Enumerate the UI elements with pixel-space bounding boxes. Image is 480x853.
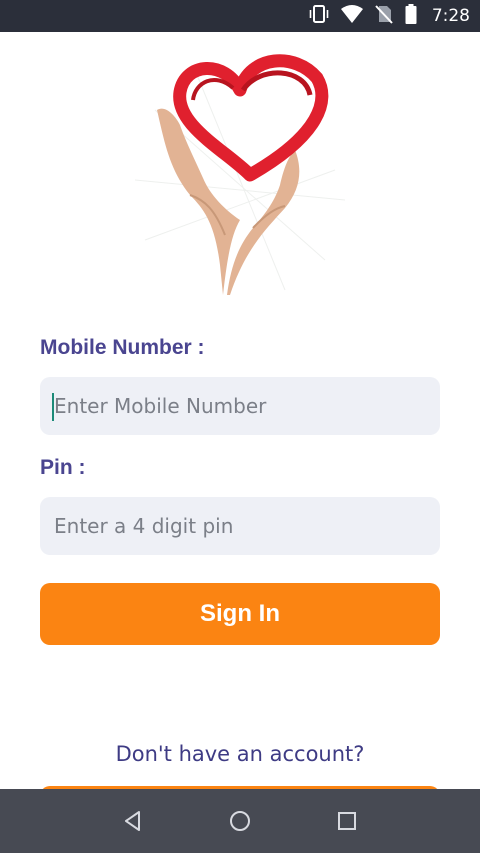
navigation-bar xyxy=(0,789,480,853)
pin-field[interactable] xyxy=(40,497,440,555)
home-icon[interactable] xyxy=(220,801,260,841)
recents-icon[interactable] xyxy=(327,801,367,841)
sign-in-button[interactable]: Sign In xyxy=(40,583,440,645)
pin-input[interactable] xyxy=(54,497,440,555)
mobile-number-label: Mobile Number : xyxy=(40,336,205,359)
status-time: 7:28 xyxy=(431,6,470,26)
heart-hands-logo xyxy=(134,50,346,305)
mobile-number-field[interactable] xyxy=(40,377,440,435)
pin-label: Pin : xyxy=(40,456,86,479)
login-screen: 7:28 Mobile Number : Enter Mobile Number… xyxy=(0,0,480,853)
account-prompt-link[interactable]: Don't have an account? xyxy=(0,742,480,766)
wifi-icon xyxy=(340,4,364,29)
back-icon[interactable] xyxy=(113,801,153,841)
status-bar: 7:28 xyxy=(0,0,480,32)
status-icons: 7:28 xyxy=(308,0,470,32)
vibrate-icon xyxy=(308,4,330,29)
no-sim-icon xyxy=(374,4,394,29)
text-cursor xyxy=(52,393,54,421)
battery-icon xyxy=(404,3,418,30)
mobile-number-input[interactable] xyxy=(54,377,440,435)
